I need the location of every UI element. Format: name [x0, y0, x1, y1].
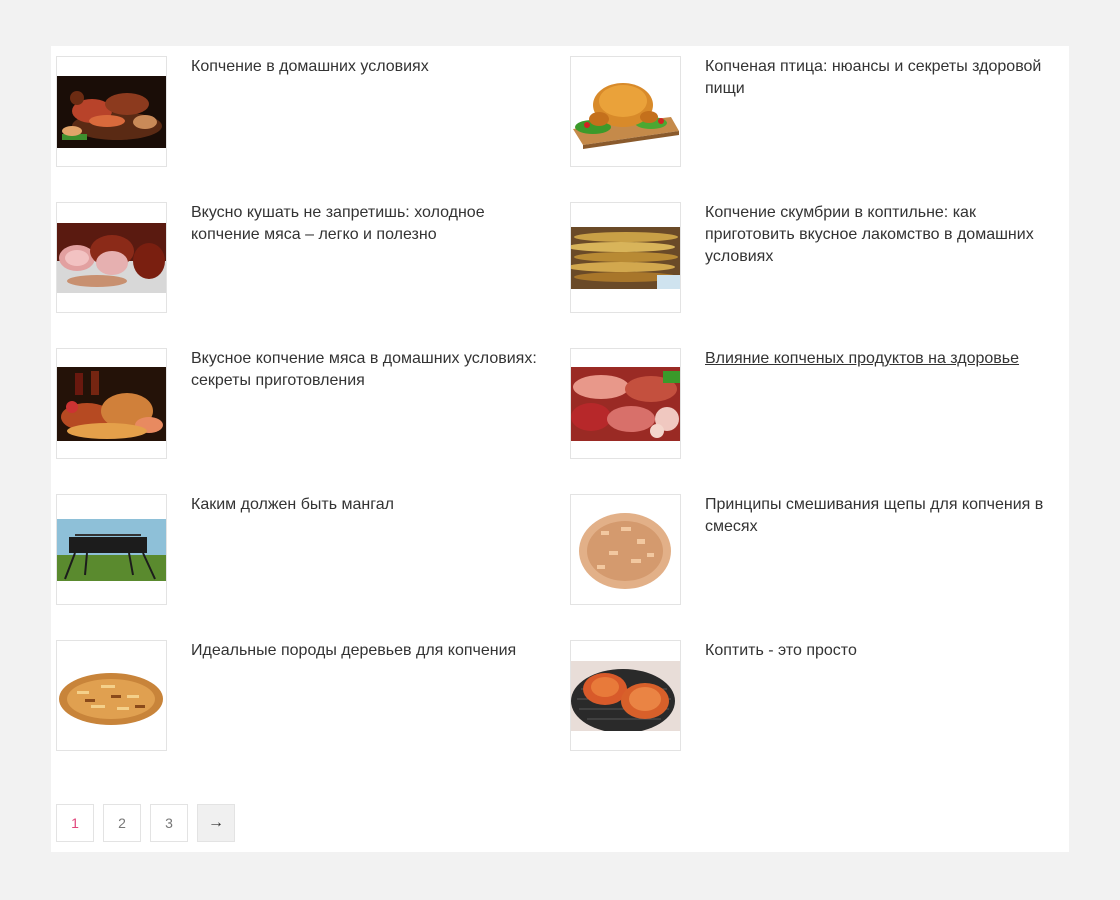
article-card[interactable]: Коптить - это просто: [570, 640, 1066, 786]
cold-smoked-meat-image[interactable]: [56, 202, 167, 313]
article-card[interactable]: Копчение скумбрии в коптильне: как приго…: [570, 202, 1066, 348]
article-card[interactable]: Принципы смешивания щепы для копчения в …: [570, 494, 1066, 640]
article-title[interactable]: Копчение в домашних условиях: [191, 56, 546, 78]
page-1-button[interactable]: 1: [56, 804, 94, 842]
page-2-button[interactable]: 2: [103, 804, 141, 842]
article-title[interactable]: Коптить - это просто: [705, 640, 1060, 662]
article-title[interactable]: Идеальные породы деревьев для копчения: [191, 640, 546, 662]
grill-image[interactable]: [56, 494, 167, 605]
article-grid: Копчение в домашних условиях Копченая пт…: [56, 56, 1066, 786]
article-card[interactable]: Вкусное копчение мяса в домашних условия…: [56, 348, 570, 494]
article-title[interactable]: Каким должен быть мангал: [191, 494, 546, 516]
article-title[interactable]: Принципы смешивания щепы для копчения в …: [705, 494, 1060, 538]
article-card[interactable]: Идеальные породы деревьев для копчения: [56, 640, 570, 786]
grilled-chicken-image[interactable]: [570, 640, 681, 751]
pagination: 1 2 3 →: [56, 804, 235, 842]
wood-chips-pile-image[interactable]: [570, 494, 681, 605]
article-card[interactable]: Каким должен быть мангал: [56, 494, 570, 640]
smoked-meats-platter-image[interactable]: [56, 56, 167, 167]
article-title[interactable]: Копчение скумбрии в коптильне: как приго…: [705, 202, 1060, 268]
article-card[interactable]: Влияние копченых продуктов на здоровье: [570, 348, 1066, 494]
smoked-meat-wine-image[interactable]: [56, 348, 167, 459]
article-title[interactable]: Вкусное копчение мяса в домашних условия…: [191, 348, 546, 392]
content-panel: Копчение в домашних условиях Копченая пт…: [51, 46, 1069, 852]
next-page-button[interactable]: →: [197, 804, 235, 842]
article-card[interactable]: Вкусно кушать не запретишь: холодное коп…: [56, 202, 570, 348]
article-title[interactable]: Копченая птица: нюансы и секреты здорово…: [705, 56, 1060, 100]
wood-chips-image[interactable]: [56, 640, 167, 751]
article-title[interactable]: Влияние копченых продуктов на здоровье: [705, 348, 1060, 370]
article-card[interactable]: Копчение в домашних условиях: [56, 56, 570, 202]
smoked-mackerel-image[interactable]: [570, 202, 681, 313]
sausages-image[interactable]: [570, 348, 681, 459]
article-title[interactable]: Вкусно кушать не запретишь: холодное коп…: [191, 202, 546, 246]
page-3-button[interactable]: 3: [150, 804, 188, 842]
smoked-chicken-image[interactable]: [570, 56, 681, 167]
article-card[interactable]: Копченая птица: нюансы и секреты здорово…: [570, 56, 1066, 202]
